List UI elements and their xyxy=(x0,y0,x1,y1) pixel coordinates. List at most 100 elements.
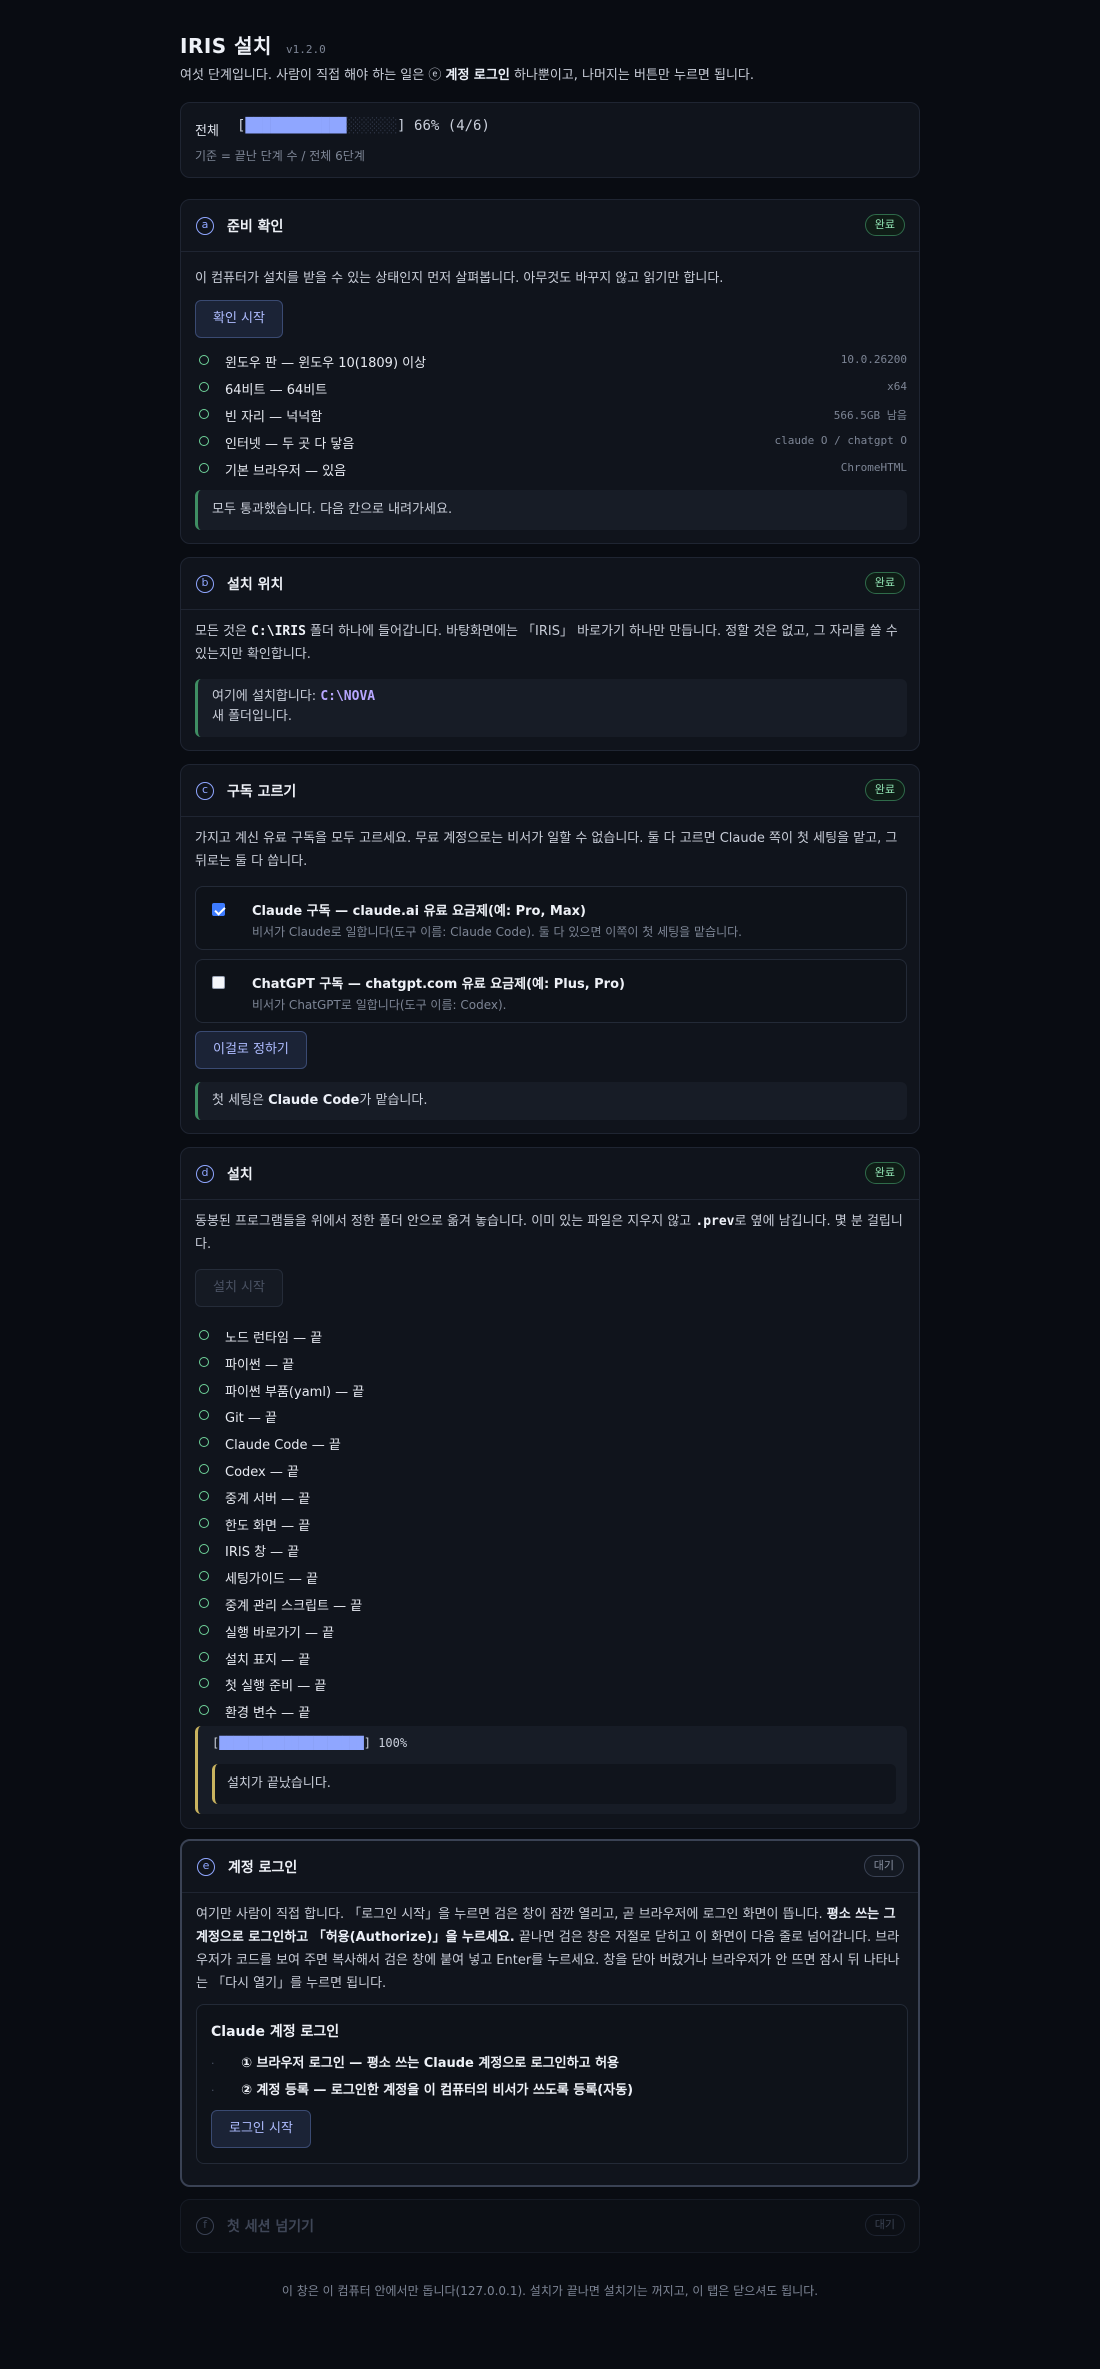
check-row: 윈도우 판 — 윈도우 10(1809) 이상 10.0.26200 xyxy=(195,351,907,371)
install-item: 한도 화면 — 끝 xyxy=(195,1514,907,1534)
done-circle-icon xyxy=(199,1437,209,1448)
install-item: 첫 실행 준비 — 끝 xyxy=(195,1674,907,1694)
check-label: 인터넷 — 두 곳 다 닿음 xyxy=(225,437,355,452)
check-row: 인터넷 — 두 곳 다 닿음 claude O / chatgpt O xyxy=(195,432,907,452)
chatgpt-subscription-option[interactable]: ChatGPT 구독 — chatgpt.com 유료 요금제(예: Plus,… xyxy=(195,959,907,1023)
check-start-button[interactable]: 확인 시작 xyxy=(195,300,283,338)
check-row: 기본 브라우저 — 있음 ChromeHTML xyxy=(195,459,907,479)
install-item-label: 파이썬 부품(yaml) — 끝 xyxy=(225,1384,365,1400)
bar-empty: ░░░░░░ xyxy=(346,118,398,134)
step-bullet: · xyxy=(211,2057,215,2070)
check-value: claude O / chatgpt O xyxy=(774,434,907,447)
step-b-title: 설치 위치 xyxy=(227,577,284,593)
done-circle-icon xyxy=(199,1544,209,1555)
overall-progress-bar: [████████████░░░░░░] 66% (4/6) xyxy=(237,118,490,134)
install-path: C:\NOVA xyxy=(320,689,376,704)
install-item: 설치 표지 — 끝 xyxy=(195,1648,907,1668)
install-item: 중계 서버 — 끝 xyxy=(195,1487,907,1507)
step-d-header: d 설치 완료 xyxy=(181,1148,919,1200)
step-c-header: c 구독 고르기 완료 xyxy=(181,765,919,817)
done-circle-icon xyxy=(199,1464,209,1474)
done-circle-icon xyxy=(199,1678,209,1689)
location-line: 여기에 설치합니다: C:\NOVA xyxy=(212,687,893,707)
step-c-status-badge: 완료 xyxy=(864,779,905,801)
location-prefix: 여기에 설치합니다: xyxy=(212,689,321,704)
check-value: 566.5GB 남음 xyxy=(833,409,907,422)
done-circle-icon xyxy=(199,1490,209,1501)
install-item: Claude Code — 끝 xyxy=(195,1433,907,1453)
install-progress-box: [████████████████████] 100% 설치가 끝났습니다. xyxy=(195,1726,907,1814)
install-item-label: 중계 관리 스크립트 — 끝 xyxy=(225,1599,363,1614)
install-item-label: Codex — 끝 xyxy=(225,1465,299,1480)
overall-progress-card: 전체 [████████████░░░░░░] 66% (4/6) 기준 = 끝… xyxy=(180,102,920,178)
install-item: 중계 관리 스크립트 — 끝 xyxy=(195,1594,907,1614)
step-c-card: c 구독 고르기 완료 가지고 계신 유료 구독을 모두 고르세요. 무료 계정… xyxy=(180,764,920,1134)
step-e-status-badge: 대기 xyxy=(863,1855,904,1877)
login-step-text: ① 브라우저 로그인 — 평소 쓰는 Claude 계정으로 로그인하고 허용 xyxy=(241,2056,620,2071)
install-start-button[interactable]: 설치 시작 xyxy=(195,1269,283,1307)
install-item-label: 실행 바로가기 — 끝 xyxy=(225,1625,335,1641)
step-f-card: f 첫 세션 넘기기 대기 xyxy=(180,2199,920,2253)
note-post: 가 맡습니다. xyxy=(359,1093,428,1108)
confirm-subscription-button[interactable]: 이걸로 정하기 xyxy=(195,1031,307,1069)
intro-text: 여섯 단계입니다. 사람이 직접 해야 하는 일은 ⓔ 계정 로그인 하나뿐이고… xyxy=(180,64,754,83)
step-f-header: f 첫 세션 넘기기 대기 xyxy=(181,2200,919,2252)
intro-pre: 여섯 단계입니다. 사람이 직접 해야 하는 일은 ⓔ xyxy=(180,68,446,83)
step-e-title: 계정 로그인 xyxy=(228,1860,298,1876)
install-percent: 100% xyxy=(378,1736,408,1750)
install-item: 파이썬 부품(yaml) — 끝 xyxy=(195,1380,907,1400)
claude-subscription-option[interactable]: Claude 구독 — claude.ai 유료 요금제(예: Pro, Max… xyxy=(195,886,907,950)
pass-circle-icon xyxy=(199,436,209,446)
prev-suffix: .prev xyxy=(695,1214,735,1229)
note-bold: Claude Code xyxy=(268,1093,360,1108)
chatgpt-checkbox[interactable] xyxy=(212,976,225,989)
check-row: 빈 자리 — 넉넉함 566.5GB 남음 xyxy=(195,405,907,425)
desc-pre: 모든 것은 xyxy=(195,624,252,639)
install-item-label: 파이썬 — 끝 xyxy=(225,1357,295,1373)
login-step: · ① 브라우저 로그인 — 평소 쓰는 Claude 계정으로 로그인하고 허용 xyxy=(211,2052,619,2071)
check-value: 10.0.26200 xyxy=(840,353,907,366)
step-e-description: 여기만 사람이 직접 합니다. 「로그인 시작」을 누르면 검은 창이 잠깐 열… xyxy=(196,1903,908,1995)
step-d-title: 설치 xyxy=(227,1167,253,1183)
note-pre: 첫 세팅은 xyxy=(212,1093,269,1108)
install-item: 노드 런타임 — 끝 xyxy=(195,1326,907,1346)
step-b-status-badge: 완료 xyxy=(864,572,905,594)
install-root-path: C:\IRIS xyxy=(251,624,306,639)
step-f-letter-icon: f xyxy=(196,2217,214,2235)
done-circle-icon xyxy=(199,1517,209,1528)
check-row: 64비트 — 64비트 x64 xyxy=(195,378,907,398)
login-start-button[interactable]: 로그인 시작 xyxy=(211,2110,311,2148)
new-folder-text: 새 폴더입니다. xyxy=(212,709,293,724)
step-b-description: 모든 것은 C:\IRIS 폴더 하나에 들어갑니다. 바탕화면에는 「IRIS… xyxy=(195,620,907,666)
step-c-title: 구독 고르기 xyxy=(227,784,297,800)
login-step-text: ② 계정 등록 — 로그인한 계정을 이 컴퓨터의 비서가 쓰도록 등록(자동) xyxy=(241,2083,634,2098)
overall-label: 전체 xyxy=(195,124,219,139)
step-a-header: a 준비 확인 완료 xyxy=(181,200,919,252)
step-c-description: 가지고 계신 유료 구독을 모두 고르세요. 무료 계정으로는 비서가 일할 수… xyxy=(195,831,898,869)
install-item-label: 세팅가이드 — 끝 xyxy=(225,1572,319,1588)
desc-part-1: 여기만 사람이 직접 합니다. 「로그인 시작」을 누르면 검은 창이 잠깐 열… xyxy=(196,1907,827,1922)
login-title: Claude 계정 로그인 xyxy=(211,2024,340,2040)
install-done-note: 설치가 끝났습니다. xyxy=(212,1764,896,1804)
overall-percent: 66% (4/6) xyxy=(414,118,490,134)
claude-checkbox[interactable] xyxy=(212,903,225,916)
install-item: IRIS 창 — 끝 xyxy=(195,1540,907,1560)
install-item-label: IRIS 창 — 끝 xyxy=(225,1545,300,1561)
done-circle-icon xyxy=(199,1624,209,1635)
check-value: x64 xyxy=(887,380,907,393)
install-item: 환경 변수 — 끝 xyxy=(195,1701,907,1721)
title-row: IRIS 설치 v1.2.0 xyxy=(180,30,326,59)
app-title: IRIS 설치 xyxy=(180,34,272,58)
done-circle-icon xyxy=(199,1598,209,1608)
step-d-letter-icon: d xyxy=(196,1165,214,1183)
check-label: 기본 브라우저 — 있음 xyxy=(225,464,347,479)
overall-note: 기준 = 끝난 단계 수 / 전체 6단계 xyxy=(195,149,365,163)
option-title: ChatGPT 구독 — chatgpt.com 유료 요금제(예: Plus,… xyxy=(252,977,625,992)
footer-note: 이 창은 이 컴퓨터 안에서만 돕니다(127.0.0.1). 설치가 끝나면 … xyxy=(281,2284,819,2298)
bar-close: ] xyxy=(363,1736,371,1750)
intro-post: 하나뿐이고, 나머지는 버튼만 누르면 됩니다. xyxy=(509,68,755,83)
step-d-description: 동봉된 프로그램들을 위에서 정한 폴더 안으로 옮겨 놓습니다. 이미 있는 … xyxy=(195,1210,907,1256)
option-title: Claude 구독 — claude.ai 유료 요금제(예: Pro, Max… xyxy=(252,904,586,919)
step-bullet: · xyxy=(211,2084,215,2097)
done-circle-icon xyxy=(199,1705,209,1716)
